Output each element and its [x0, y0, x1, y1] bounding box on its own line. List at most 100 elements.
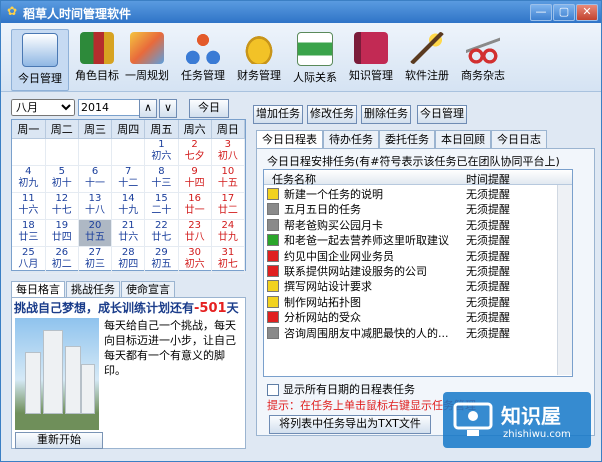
task-row[interactable]: 联系提供网站建设服务的公司 无须提醒: [264, 262, 572, 278]
day-number: 2: [191, 139, 198, 150]
calendar-day[interactable]: 14 十九: [111, 192, 146, 220]
calendar-day[interactable]: 10 十五: [211, 165, 246, 193]
edit-task-button[interactable]: 修改任务: [307, 105, 357, 124]
day-number: 5: [58, 166, 65, 177]
toolbar-task-manage[interactable]: 任务管理: [175, 29, 231, 89]
day-number: 15: [155, 193, 168, 204]
calendar-day[interactable]: 25 八月: [12, 246, 46, 274]
toolbar-knowledge[interactable]: 知识管理: [343, 29, 399, 89]
calendar-day[interactable]: 8 十三: [144, 165, 179, 193]
toolbar-today-manage[interactable]: 今日管理: [11, 29, 69, 91]
calendar-day[interactable]: 1 初六: [144, 138, 179, 166]
lunar-date: 廿九: [217, 232, 238, 243]
calendar-day[interactable]: 13 十八: [78, 192, 113, 220]
calendar-day[interactable]: 18 廿三: [12, 219, 46, 247]
calendar-day: [78, 138, 113, 166]
prev-year-button[interactable]: ∧: [139, 99, 157, 118]
task-row[interactable]: 咨询周围朋友中减肥最快的人的... 无须提醒: [264, 324, 572, 340]
task-row[interactable]: 帮老爸购买公园月卡 无须提醒: [264, 216, 572, 232]
calendar-day[interactable]: 24 廿九: [211, 219, 246, 247]
task-row[interactable]: 约见中国企业网业务员 无须提醒: [264, 247, 572, 263]
calendar-day[interactable]: 6 十一: [78, 165, 113, 193]
lunar-date: 初五: [151, 259, 172, 270]
headline-unit: 天: [226, 301, 239, 315]
tab-today-log[interactable]: 今日日志: [491, 130, 547, 148]
calendar-day[interactable]: 17 廿二: [211, 192, 246, 220]
task-row[interactable]: 分析网站的受众 无须提醒: [264, 308, 572, 324]
lunar-date: 十九: [118, 205, 139, 216]
toolbar-label: 角色目标: [75, 69, 119, 82]
calendar-day[interactable]: 11 十六: [12, 192, 46, 220]
lunar-date: 初九: [18, 178, 39, 189]
app-window: ✿ 稻草人时间管理软件 — ▢ ✕ 今日管理 角色目标 一周规划 任务管理 财务…: [0, 0, 602, 462]
calendar-day[interactable]: 29 初五: [144, 246, 179, 274]
year-input[interactable]: [78, 99, 140, 116]
calendar-day[interactable]: 28 初四: [111, 246, 146, 274]
calendar-day[interactable]: 5 初十: [45, 165, 79, 193]
motto-panel: 挑战自己梦想，成长训练计划还有-501天 每天给自己一个挑战，每天向目标迈进一小…: [11, 297, 246, 449]
delete-task-button[interactable]: 删除任务: [361, 105, 411, 124]
tab-todo[interactable]: 待办任务: [323, 130, 379, 148]
day-number: 12: [55, 193, 69, 204]
calendar-day[interactable]: 3 初八: [211, 138, 246, 166]
calendar-day[interactable]: 20 廿五: [78, 219, 113, 247]
toolbar-week-plan[interactable]: 一周规划: [119, 29, 175, 89]
tab-daily-motto[interactable]: 每日格言: [11, 281, 65, 297]
close-button[interactable]: ✕: [576, 4, 598, 21]
toolbar-role-goals[interactable]: 角色目标: [69, 29, 125, 89]
show-all-label: 显示所有日期的日程表任务: [283, 383, 415, 396]
toolbar-magazine[interactable]: 商务杂志: [455, 29, 511, 89]
motto-text: 每天给自己一个挑战，每天向目标迈进一小步，让自己每天都有一个有意义的脚印。: [104, 319, 236, 377]
calendar-day[interactable]: 27 初三: [78, 246, 113, 274]
tab-today-schedule[interactable]: 今日日程表: [256, 130, 323, 148]
calendar-day[interactable]: 30 初六: [178, 246, 212, 274]
calendar-day[interactable]: 31 初七: [211, 246, 246, 274]
month-select[interactable]: 八月: [11, 99, 75, 116]
calendar-day[interactable]: 19 廿四: [45, 219, 79, 247]
contacts-icon: [297, 32, 333, 66]
calendar-day[interactable]: 9 十四: [178, 165, 212, 193]
add-task-button[interactable]: 增加任务: [253, 105, 303, 124]
calendar-day[interactable]: 7 十二: [111, 165, 146, 193]
task-row[interactable]: 新建一个任务的说明 无须提醒: [264, 185, 572, 201]
priority-flag-icon: [267, 311, 279, 324]
day-number: 11: [21, 193, 35, 204]
month-calendar[interactable]: 周一 周二 周三 周四 周五 周六 周日 1 初六 2 七夕 3 初八 4 初九 5 初十 6 十一 7 十二 8 十三 9…: [11, 119, 246, 274]
calendar-day[interactable]: 12 十七: [45, 192, 79, 220]
tab-challenge-task[interactable]: 挑战任务: [66, 281, 120, 297]
task-row[interactable]: 和老爸一起去营养师这里听取建议 无须提醒: [264, 231, 572, 247]
tab-delegated[interactable]: 委托任务: [379, 130, 435, 148]
today-button[interactable]: 今日: [189, 99, 229, 118]
task-list[interactable]: 任务名称 时间提醒 新建一个任务的说明 无须提醒 五月五日的任务 无须提醒 帮老爸购买公…: [263, 169, 573, 377]
calendar-day[interactable]: 16 廿一: [178, 192, 212, 220]
maximize-button[interactable]: ▢: [553, 4, 575, 21]
priority-flag-icon: [267, 280, 279, 293]
export-txt-button[interactable]: 将列表中任务导出为TXT文件: [269, 415, 431, 434]
calendar-day: [45, 138, 79, 166]
checkbox-box[interactable]: [267, 384, 279, 396]
calendar-day[interactable]: 2 七夕: [178, 138, 212, 166]
task-list-scrollbar[interactable]: [557, 185, 572, 375]
calendar-day[interactable]: 26 初二: [45, 246, 79, 274]
calendar-day[interactable]: 22 廿七: [144, 219, 179, 247]
toolbar-register[interactable]: 软件注册: [399, 29, 455, 89]
task-row[interactable]: 撰写网站设计要求 无须提醒: [264, 277, 572, 293]
next-year-button[interactable]: ∨: [159, 99, 177, 118]
day-number: 22: [155, 220, 168, 231]
restart-button[interactable]: 重新开始: [15, 432, 103, 449]
show-all-checkbox[interactable]: 显示所有日期的日程表任务: [267, 381, 415, 397]
day-number: 18: [21, 220, 35, 231]
task-row[interactable]: 五月五日的任务 无须提醒: [264, 200, 572, 216]
toolbar-finance[interactable]: 财务管理: [231, 29, 287, 89]
task-row[interactable]: 制作网站拓扑图 无须提醒: [264, 293, 572, 309]
calendar-day[interactable]: 15 二十: [144, 192, 179, 220]
calendar-day[interactable]: 23 廿八: [178, 219, 212, 247]
toolbar-relations[interactable]: 人际关系: [287, 29, 343, 89]
day-number: 14: [121, 193, 135, 204]
minimize-button[interactable]: —: [530, 4, 552, 21]
calendar-day[interactable]: 21 廿六: [111, 219, 146, 247]
today-manage-button[interactable]: 今日管理: [417, 105, 467, 124]
calendar-day[interactable]: 4 初九: [12, 165, 46, 193]
tab-day-review[interactable]: 本日回顾: [435, 130, 491, 148]
tab-mission[interactable]: 使命宣言: [121, 281, 175, 297]
